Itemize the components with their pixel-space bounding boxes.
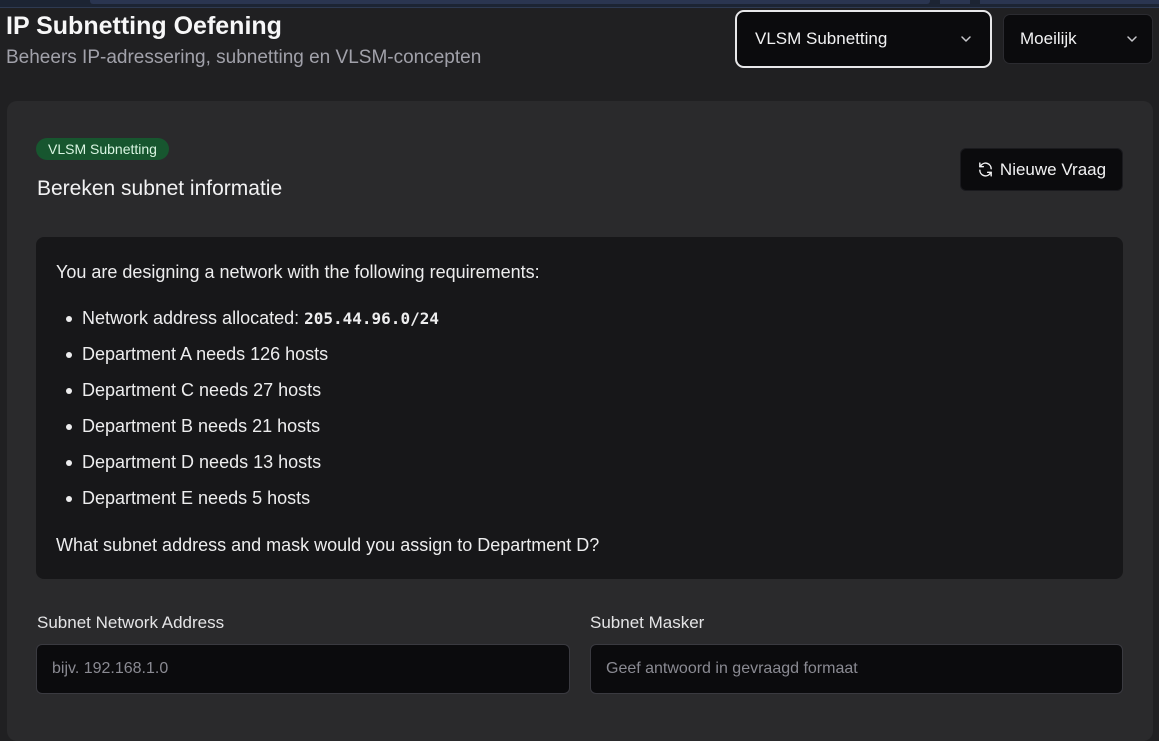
requirements-list: Network address allocated: 205.44.96.0/2… — [64, 307, 439, 523]
toolbar-button-edge — [940, 0, 970, 4]
list-item: Department E needs 5 hosts — [64, 487, 439, 523]
refresh-icon — [979, 162, 992, 177]
list-item: Department A needs 126 hosts — [64, 343, 439, 379]
network-address-value: 205.44.96.0/24 — [304, 309, 439, 328]
list-item: Department B needs 21 hosts — [64, 415, 439, 451]
difficulty-select[interactable]: Moeilijk — [1003, 14, 1153, 64]
chevron-down-icon — [1127, 36, 1137, 42]
page-title: IP Subnetting Oefening — [6, 12, 282, 40]
question-intro: You are designing a network with the fol… — [56, 262, 540, 282]
mode-select[interactable]: VLSM Subnetting — [735, 10, 992, 68]
browser-top-strip — [0, 0, 1159, 8]
list-item: Department D needs 13 hosts — [64, 451, 439, 487]
toolbar-edge — [980, 0, 1159, 4]
question-box: You are designing a network with the fol… — [36, 237, 1123, 579]
subnet-mask-input[interactable] — [590, 644, 1123, 694]
network-label: Network address allocated: — [82, 308, 305, 328]
difficulty-select-value: Moeilijk — [1020, 29, 1077, 48]
question-title: Bereken subnet informatie — [37, 177, 283, 200]
new-question-label: Nieuwe Vraag — [999, 159, 1107, 179]
new-question-button[interactable]: Nieuwe Vraag — [960, 148, 1123, 191]
question-ask: What subnet address and mask would you a… — [56, 535, 600, 555]
subnet-mask-label: Subnet Masker — [590, 613, 705, 632]
page-subtitle: Beheers IP-adressering, subnetting en VL… — [6, 47, 482, 68]
list-item: Department C needs 27 hosts — [64, 379, 439, 415]
mode-select-value: VLSM Subnetting — [755, 29, 888, 48]
network-address-label: Subnet Network Address — [37, 613, 225, 632]
chevron-down-icon — [961, 36, 971, 42]
category-badge: VLSM Subnetting — [36, 138, 169, 160]
address-bar-edge — [90, 0, 930, 4]
list-item: Network address allocated: 205.44.96.0/2… — [64, 307, 439, 343]
network-address-input[interactable] — [36, 644, 570, 694]
